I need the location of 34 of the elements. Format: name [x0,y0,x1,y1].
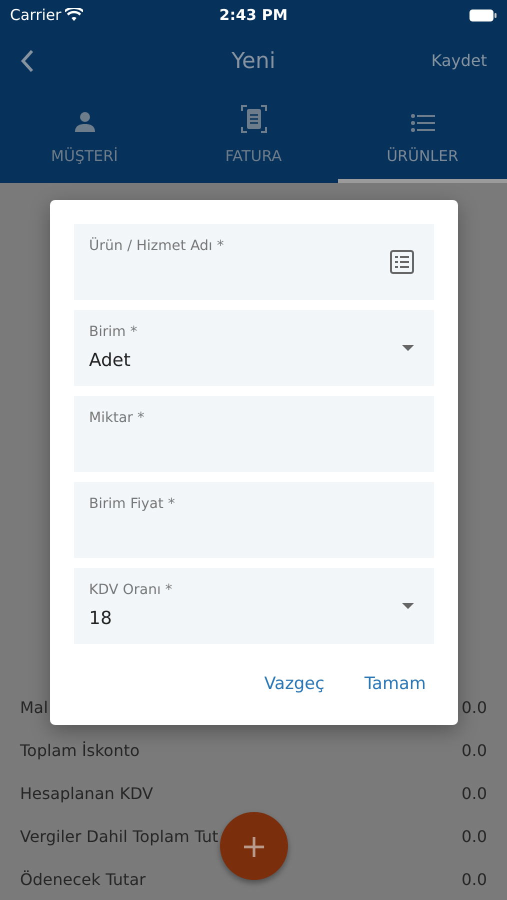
screen-title: Yeni [231,48,276,74]
dropdown-caret-icon[interactable] [402,345,414,351]
carrier-label: Carrier [10,4,62,26]
total-value: 0.0 [462,740,487,762]
input-field[interactable]: Birim Fiyat * [74,482,434,558]
dropdown-caret-icon[interactable] [402,603,414,609]
total-label: Ödenecek Tutar [20,868,146,890]
total-label: Hesaplanan KDV [20,782,154,804]
battery-icon [469,8,497,22]
total-value: 0.0 [462,782,487,804]
wifi-icon [65,8,84,22]
tab[interactable]: FATURA [169,92,338,183]
dialog-button[interactable]: Vazgeç [256,668,332,702]
status-time: 2:43 PM [219,4,288,26]
select-field[interactable]: KDV Oranı * 18 [74,568,434,644]
total-value: 0.0 [462,826,487,848]
save-button[interactable]: Kaydet [431,49,487,73]
total-value: 0.0 [462,868,487,890]
list-icon[interactable] [390,250,414,274]
tab[interactable]: ÜRÜNLER [338,92,507,183]
tab[interactable]: MÜŞTERİ [0,92,169,183]
select-field[interactable]: Birim * Adet [74,310,434,386]
total-label: Toplam İskonto [20,740,140,762]
list-icon [410,112,434,132]
total-label: Vergiler Dahil Toplam Tut [20,826,218,848]
total-value: 0.0 [462,696,487,718]
total-label: Mal [20,696,48,718]
dialog-button[interactable]: Tamam [356,668,434,702]
input-field[interactable]: Miktar * [74,396,434,472]
document-icon [240,104,266,132]
add-button[interactable]: + [220,812,288,880]
back-button[interactable] [20,49,34,73]
person-icon [74,110,96,132]
input-field[interactable]: Ürün / Hizmet Adı * [74,224,434,300]
